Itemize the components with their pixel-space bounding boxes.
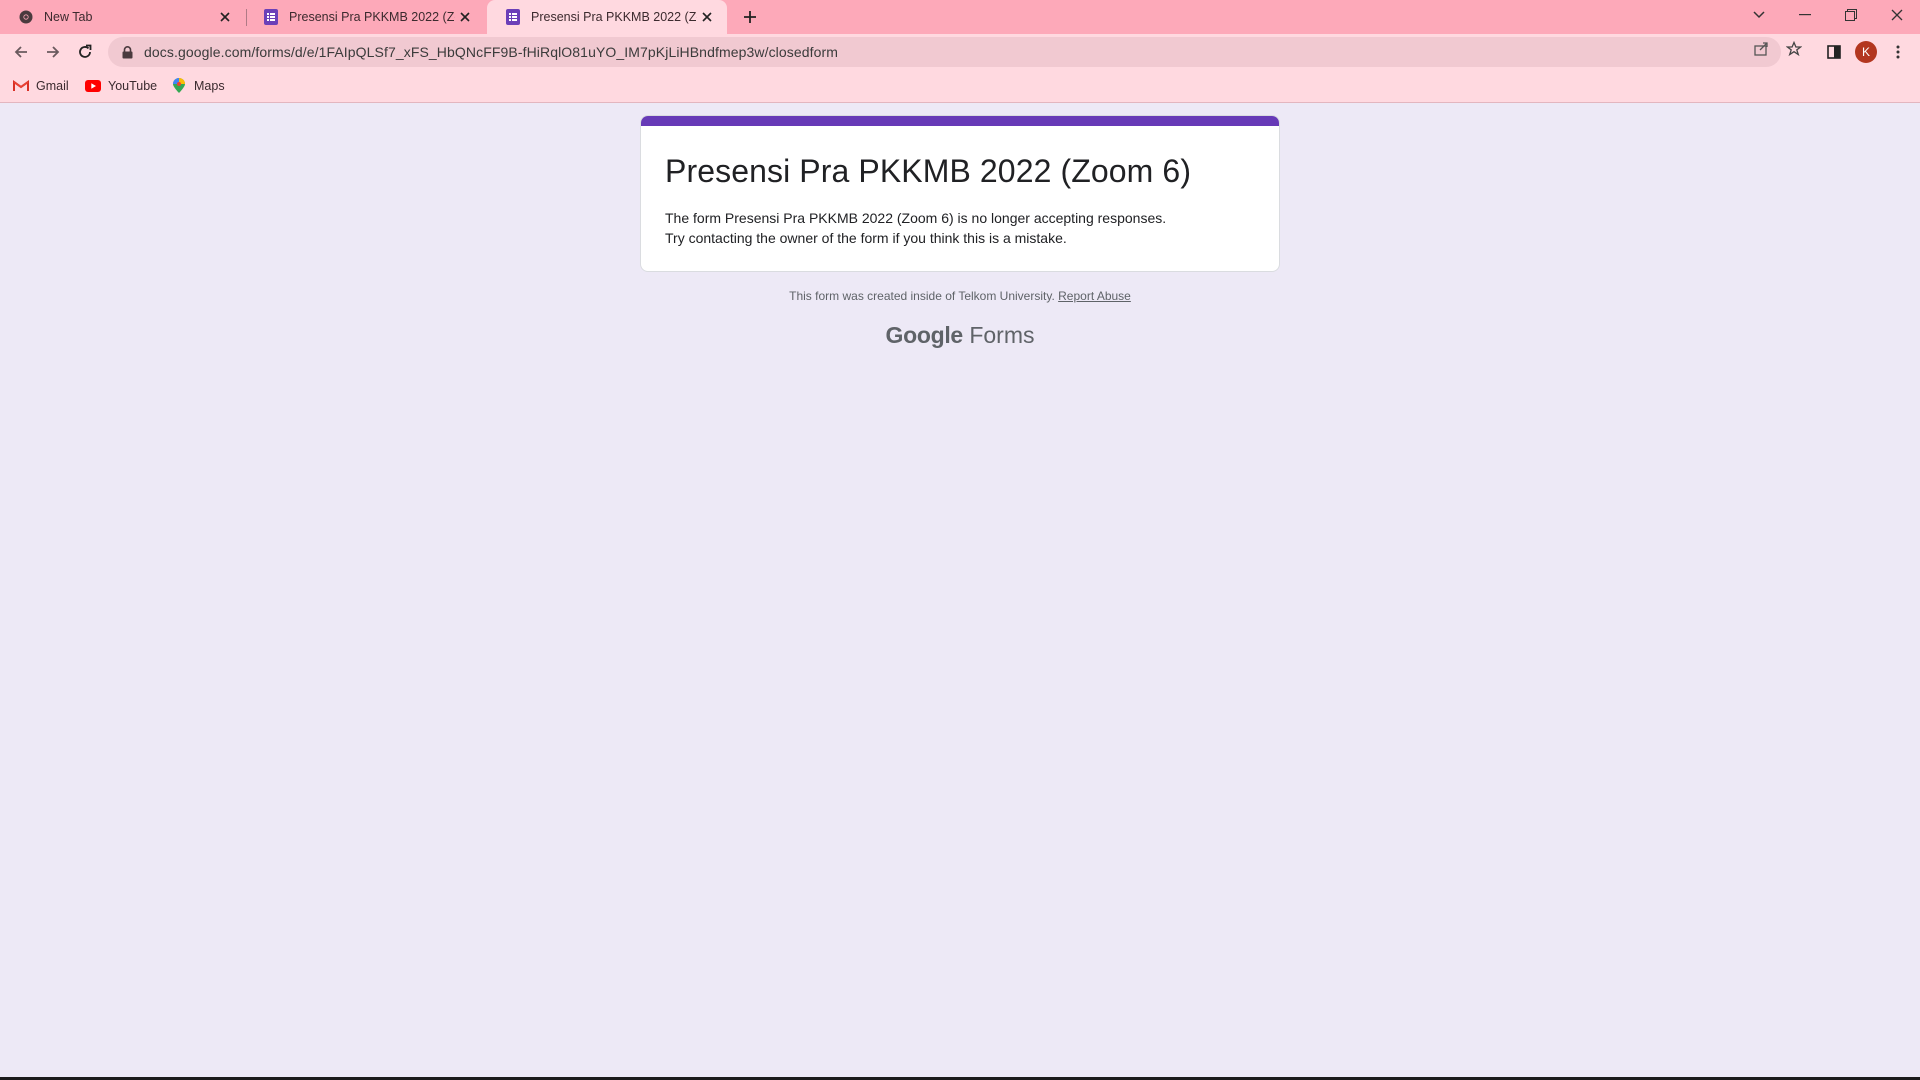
brand-forms: Forms [969, 322, 1035, 348]
closed-message-line-2: Try contacting the owner of the form if … [665, 230, 1067, 246]
form-title: Presensi Pra PKKMB 2022 (Zoom 6) [665, 153, 1192, 189]
share-icon[interactable] [1753, 41, 1769, 57]
footer-note-text: This form was created inside of Telkom U… [789, 289, 1055, 303]
close-tab-icon[interactable] [697, 7, 717, 27]
tab-title: New Tab [44, 10, 93, 24]
lock-icon[interactable] [120, 45, 134, 59]
tab-title: Presensi Pra PKKMB 2022 (Zoom [289, 10, 455, 24]
reload-icon [79, 44, 92, 58]
closed-message-line-1: The form Presensi Pra PKKMB 2022 (Zoom 6… [665, 210, 1167, 226]
tab-title: Presensi Pra PKKMB 2022 (Zoom [531, 10, 697, 24]
closed-message: The form Presensi Pra PKKMB 2022 (Zoom 6… [665, 208, 1166, 248]
bookmark-label: Maps [194, 79, 225, 93]
back-button[interactable] [7, 38, 35, 66]
report-abuse-link[interactable]: Report Abuse [1058, 289, 1131, 303]
bookmark-label: YouTube [108, 79, 158, 93]
profile-avatar[interactable]: K [1855, 41, 1877, 63]
tab-search-button[interactable] [1736, 0, 1782, 30]
forward-button[interactable] [39, 38, 67, 66]
google-forms-logo[interactable]: Google Forms [0, 322, 1920, 349]
close-tab-icon[interactable] [455, 7, 475, 27]
restore-icon [1845, 9, 1857, 21]
close-icon [1891, 9, 1903, 21]
bookmark-star-icon[interactable] [1786, 41, 1802, 57]
bookmark-gmail[interactable]: Gmail [13, 77, 69, 95]
bookmark-maps[interactable]: Maps [171, 77, 225, 95]
chrome-icon [18, 9, 34, 25]
minimize-button[interactable] [1782, 0, 1828, 30]
plus-icon [744, 11, 756, 23]
address-bar[interactable]: docs.google.com/forms/d/e/1FAIpQLSf7_xFS… [108, 37, 1781, 67]
side-panel-button[interactable] [1822, 40, 1846, 64]
close-window-button[interactable] [1874, 0, 1920, 30]
tab-forms-1[interactable]: Presensi Pra PKKMB 2022 (Zoom [245, 0, 485, 34]
brand-google: Google [885, 322, 964, 348]
browser-toolbar: docs.google.com/forms/d/e/1FAIpQLSf7_xFS… [0, 34, 1920, 70]
bookmark-youtube[interactable]: YouTube [85, 77, 157, 95]
maps-icon [171, 78, 187, 93]
google-forms-icon [263, 9, 279, 25]
restore-button[interactable] [1828, 0, 1874, 30]
arrow-right-icon [47, 46, 60, 58]
form-accent-bar [641, 116, 1279, 126]
arrow-left-icon [14, 46, 27, 58]
tab-forms-2-active[interactable]: Presensi Pra PKKMB 2022 (Zoom [487, 0, 727, 34]
tab-strip: New Tab Presensi Pra PKKMB 2022 (Zoom Pr… [0, 0, 1920, 34]
url-text: docs.google.com/forms/d/e/1FAIpQLSf7_xFS… [144, 44, 839, 60]
minimize-icon [1799, 14, 1811, 16]
youtube-icon [85, 79, 101, 93]
more-vert-icon [1896, 45, 1900, 59]
google-forms-icon [505, 9, 521, 25]
side-panel-icon [1827, 45, 1841, 59]
new-tab-button[interactable] [738, 6, 762, 28]
chrome-menu-button[interactable] [1886, 40, 1910, 64]
chevron-down-icon [1753, 11, 1765, 19]
bookmark-label: Gmail [36, 79, 69, 93]
reload-button[interactable] [71, 38, 99, 66]
close-tab-icon[interactable] [215, 7, 235, 27]
tab-new-tab[interactable]: New Tab [0, 0, 245, 34]
form-footer-note: This form was created inside of Telkom U… [0, 289, 1920, 303]
gmail-icon [13, 79, 29, 93]
closed-form-card: Presensi Pra PKKMB 2022 (Zoom 6) The for… [640, 115, 1280, 272]
bookmarks-bar: Gmail YouTube Maps [0, 70, 1920, 103]
